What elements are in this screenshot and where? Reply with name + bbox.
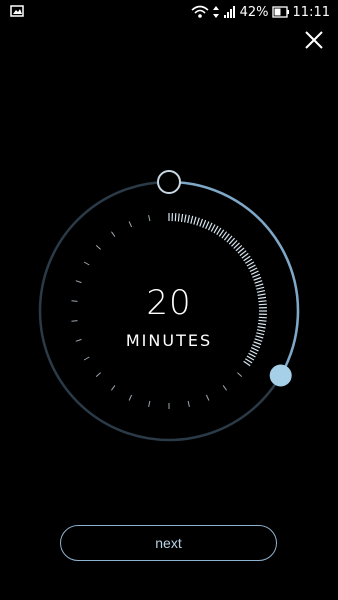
dial-tick bbox=[246, 355, 255, 361]
dial-tick bbox=[190, 215, 194, 224]
dial-tick bbox=[252, 273, 261, 278]
dial-start-handle[interactable] bbox=[157, 170, 181, 194]
dial-tick bbox=[83, 261, 90, 266]
dial-tick bbox=[128, 394, 133, 401]
dial-tick bbox=[250, 270, 259, 275]
dial-tick bbox=[216, 227, 222, 236]
dial-tick bbox=[148, 214, 151, 222]
dial-tick bbox=[213, 225, 219, 234]
dial-tick bbox=[193, 216, 197, 225]
dial-tick bbox=[180, 213, 184, 222]
dial-tick bbox=[184, 214, 187, 223]
dial-tick bbox=[187, 214, 190, 224]
timer-value: 20 bbox=[146, 283, 192, 323]
dial-tick bbox=[205, 394, 210, 401]
dial-tick bbox=[218, 229, 225, 237]
dial-tick bbox=[83, 356, 90, 361]
dial-tick bbox=[210, 224, 216, 232]
dial-tick bbox=[95, 372, 101, 377]
dial-tick bbox=[246, 261, 255, 267]
dial-tick bbox=[202, 219, 207, 228]
dial-tick bbox=[237, 372, 243, 377]
dial-tick bbox=[205, 221, 210, 230]
dial-tick bbox=[95, 245, 101, 250]
dial-tick bbox=[174, 213, 177, 222]
dial-tick bbox=[187, 400, 190, 408]
dial-tick bbox=[148, 400, 151, 408]
dial-tick bbox=[258, 322, 267, 326]
dial-end-handle[interactable] bbox=[269, 364, 292, 387]
dial-tick bbox=[249, 267, 258, 273]
dial-tick bbox=[257, 326, 266, 329]
dial-tick bbox=[253, 276, 262, 281]
dial-tick bbox=[207, 222, 213, 231]
dial-tick bbox=[199, 218, 204, 227]
dial-tick bbox=[248, 352, 256, 358]
next-button[interactable]: next bbox=[60, 525, 277, 561]
dial-tick bbox=[244, 258, 253, 264]
dial-tick bbox=[128, 221, 133, 228]
dial-tick bbox=[244, 358, 253, 364]
dial-tick bbox=[243, 360, 251, 367]
dial-tick bbox=[196, 217, 200, 226]
timer-unit: MINUTES bbox=[125, 331, 213, 350]
dial-tick bbox=[248, 264, 256, 270]
dial-tick bbox=[177, 213, 180, 222]
next-button-label: next bbox=[155, 535, 182, 551]
dial-tick bbox=[110, 385, 116, 391]
dial-tick bbox=[222, 385, 228, 391]
dial-tick bbox=[110, 231, 116, 237]
dial-tick bbox=[249, 349, 258, 355]
dial-tick bbox=[243, 255, 251, 262]
